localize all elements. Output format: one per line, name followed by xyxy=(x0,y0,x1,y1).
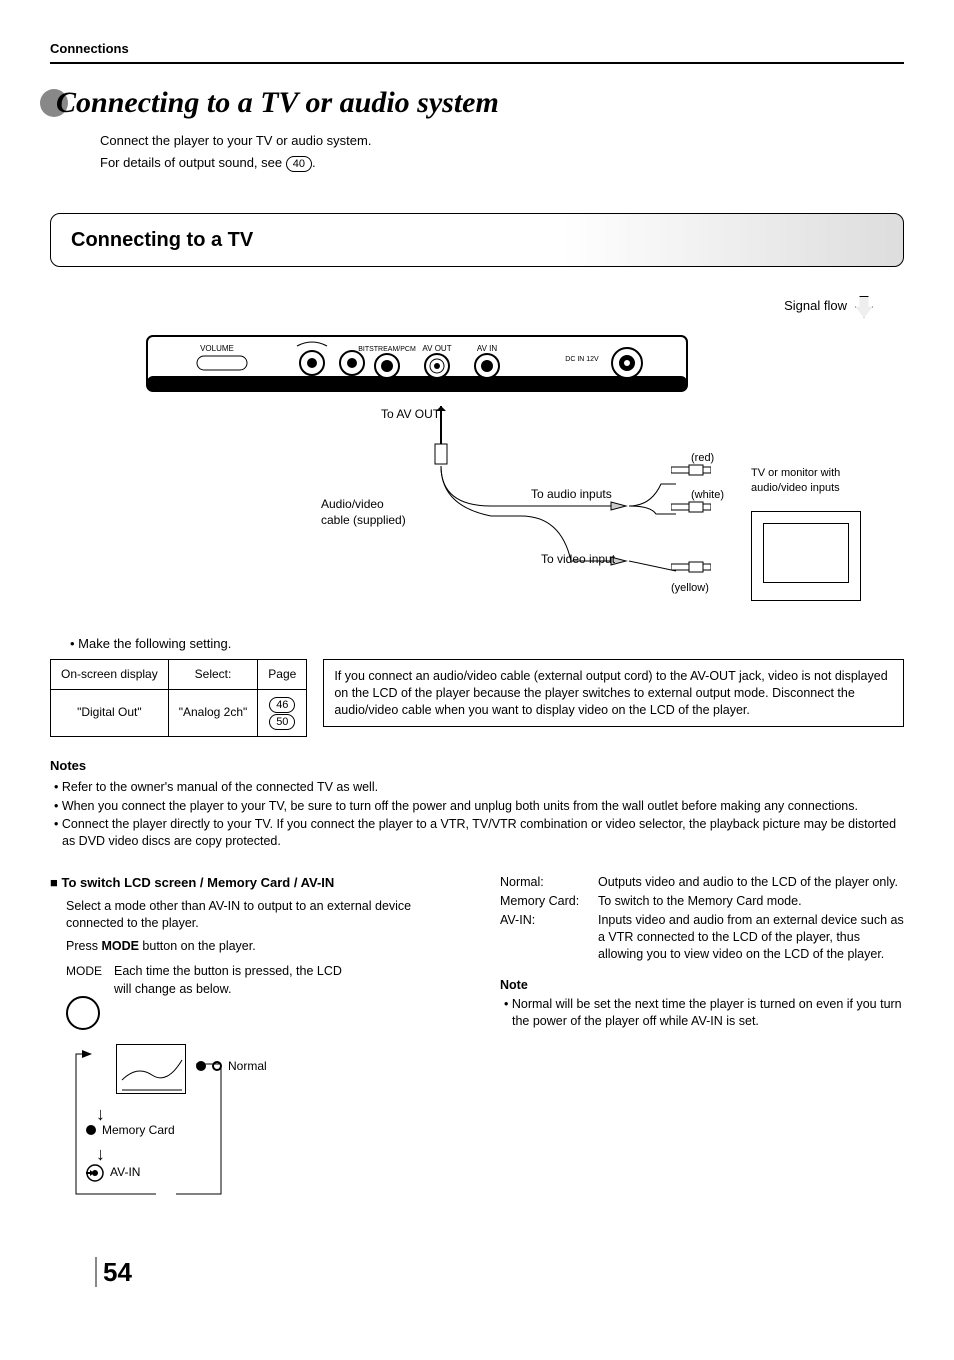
subsection-body-1: Select a mode other than AV-IN to output… xyxy=(66,898,470,932)
label-avin: AV IN xyxy=(477,344,498,353)
page-number-text: 54 xyxy=(95,1257,132,1287)
intro-block: Connect the player to your TV or audio s… xyxy=(100,132,904,172)
cycle-memory-label: Memory Card xyxy=(102,1122,175,1139)
def-row-memory: Memory Card: To switch to the Memory Car… xyxy=(500,893,904,910)
section-title: Connecting to a TV xyxy=(71,226,883,254)
page-ref-46: 46 xyxy=(269,697,295,713)
table-row: "Digital Out" "Analog 2ch" 46 50 xyxy=(51,689,307,736)
body2-suffix: button on the player. xyxy=(139,939,256,953)
def-desc: To switch to the Memory Card mode. xyxy=(598,893,904,910)
label-volume: VOLUME xyxy=(200,344,234,353)
table-header-select: Select: xyxy=(168,659,258,689)
table-header-page: Page xyxy=(258,659,307,689)
lcd-screen-icon xyxy=(116,1044,186,1094)
table-cell-page: 46 50 xyxy=(258,689,307,736)
cycle-avin: AV-IN xyxy=(86,1164,140,1182)
list-item: Connect the player directly to your TV. … xyxy=(50,816,904,850)
mode-cycle-diagram: Normal ↓ Memory Card ↓ AV-IN xyxy=(66,1044,286,1204)
avin-icon xyxy=(86,1164,104,1182)
info-box: If you connect an audio/video cable (ext… xyxy=(323,659,904,728)
title-row: Connecting to a TV or audio system xyxy=(40,82,904,124)
to-av-out-label: To AV OUT xyxy=(381,406,440,423)
section-heading-box: Connecting to a TV xyxy=(50,213,904,267)
page-ref-40: 40 xyxy=(286,156,312,172)
cable-label: Audio/video cable (supplied) xyxy=(321,496,441,530)
list-item: Refer to the owner's manual of the conne… xyxy=(50,779,904,796)
intro-line-1: Connect the player to your TV or audio s… xyxy=(100,132,904,150)
diagram-area: Signal flow VOLUME BITSTREAM/PCM AV OUT … xyxy=(50,285,904,627)
connection-layout: To AV OUT Audio/video cable (supplied) T… xyxy=(51,406,903,626)
body2-bold: MODE xyxy=(101,939,139,953)
table-header-display: On-screen display xyxy=(51,659,169,689)
dot-icon xyxy=(86,1125,96,1135)
label-avout: AV OUT xyxy=(422,344,451,353)
intro-line-2: For details of output sound, see 40. xyxy=(100,154,904,172)
setting-instruction-text: Make the following setting. xyxy=(78,636,231,651)
subsection-body-2: Press MODE button on the player. xyxy=(66,938,470,955)
cycle-memory: Memory Card xyxy=(86,1122,175,1139)
mode-button-row: MODE Each time the button is pressed, th… xyxy=(66,963,470,1030)
settings-table: On-screen display Select: Page "Digital … xyxy=(50,659,307,737)
notes-heading: Notes xyxy=(50,757,904,775)
signal-flow-legend: Signal flow xyxy=(51,296,903,318)
body2-prefix: Press xyxy=(66,939,101,953)
def-desc: Outputs video and audio to the LCD of th… xyxy=(598,874,904,891)
note2-list: Normal will be set the next time the pla… xyxy=(500,996,904,1030)
def-term: AV-IN: xyxy=(500,912,598,963)
def-row-normal: Normal: Outputs video and audio to the L… xyxy=(500,874,904,891)
setting-instruction: • Make the following setting. xyxy=(70,635,904,653)
label-bitstream: BITSTREAM/PCM xyxy=(358,346,416,353)
def-term: Memory Card: xyxy=(500,893,598,910)
dot-icon xyxy=(196,1061,206,1071)
page-number: 54 xyxy=(95,1254,132,1290)
table-cell-select: "Analog 2ch" xyxy=(168,689,258,736)
subsection-heading: To switch LCD screen / Memory Card / AV-… xyxy=(50,874,470,892)
plug-white-icon xyxy=(671,501,711,513)
to-video-input-label: To video input xyxy=(541,551,615,568)
cycle-normal-label: Normal xyxy=(228,1058,267,1075)
intro-line-2-suffix: . xyxy=(312,155,316,170)
cycle-avin-label: AV-IN xyxy=(110,1164,140,1181)
list-item: When you connect the player to your TV, … xyxy=(50,798,904,815)
header-section: Connections xyxy=(50,40,904,64)
device-rear-panel: VOLUME BITSTREAM/PCM AV OUT AV IN DC IN … xyxy=(87,326,867,406)
notes-list: Refer to the owner's manual of the conne… xyxy=(50,779,904,851)
table-cell-display: "Digital Out" xyxy=(51,689,169,736)
mode-definitions: Normal: Outputs video and audio to the L… xyxy=(500,874,904,962)
dot-hollow-icon xyxy=(212,1061,222,1071)
mode-description: Each time the button is pressed, the LCD… xyxy=(114,963,354,998)
note2-heading: Note xyxy=(500,977,904,995)
signal-flow-arrow-icon xyxy=(855,296,873,318)
to-audio-inputs-label: To audio inputs xyxy=(531,486,612,503)
page-title: Connecting to a TV or audio system xyxy=(56,82,499,124)
plug-yellow-icon xyxy=(671,561,711,573)
tv-screen-icon xyxy=(763,523,849,583)
def-term: Normal: xyxy=(500,874,598,891)
cycle-normal: Normal xyxy=(196,1058,267,1075)
tv-description: TV or monitor with audio/video inputs xyxy=(751,466,881,497)
intro-line-2-prefix: For details of output sound, see xyxy=(100,155,286,170)
page-ref-50: 50 xyxy=(269,714,295,730)
plug-red-icon xyxy=(671,464,711,476)
label-dcin: DC IN 12V xyxy=(565,356,599,363)
table-row: On-screen display Select: Page xyxy=(51,659,307,689)
list-item: Normal will be set the next time the pla… xyxy=(500,996,904,1030)
mode-label: MODE xyxy=(66,963,102,980)
def-row-avin: AV-IN: Inputs video and audio from an ex… xyxy=(500,912,904,963)
mode-button-icon xyxy=(66,996,100,1030)
yellow-plug-label: (yellow) xyxy=(671,581,709,596)
signal-flow-label: Signal flow xyxy=(784,297,847,315)
def-desc: Inputs video and audio from an external … xyxy=(598,912,904,963)
